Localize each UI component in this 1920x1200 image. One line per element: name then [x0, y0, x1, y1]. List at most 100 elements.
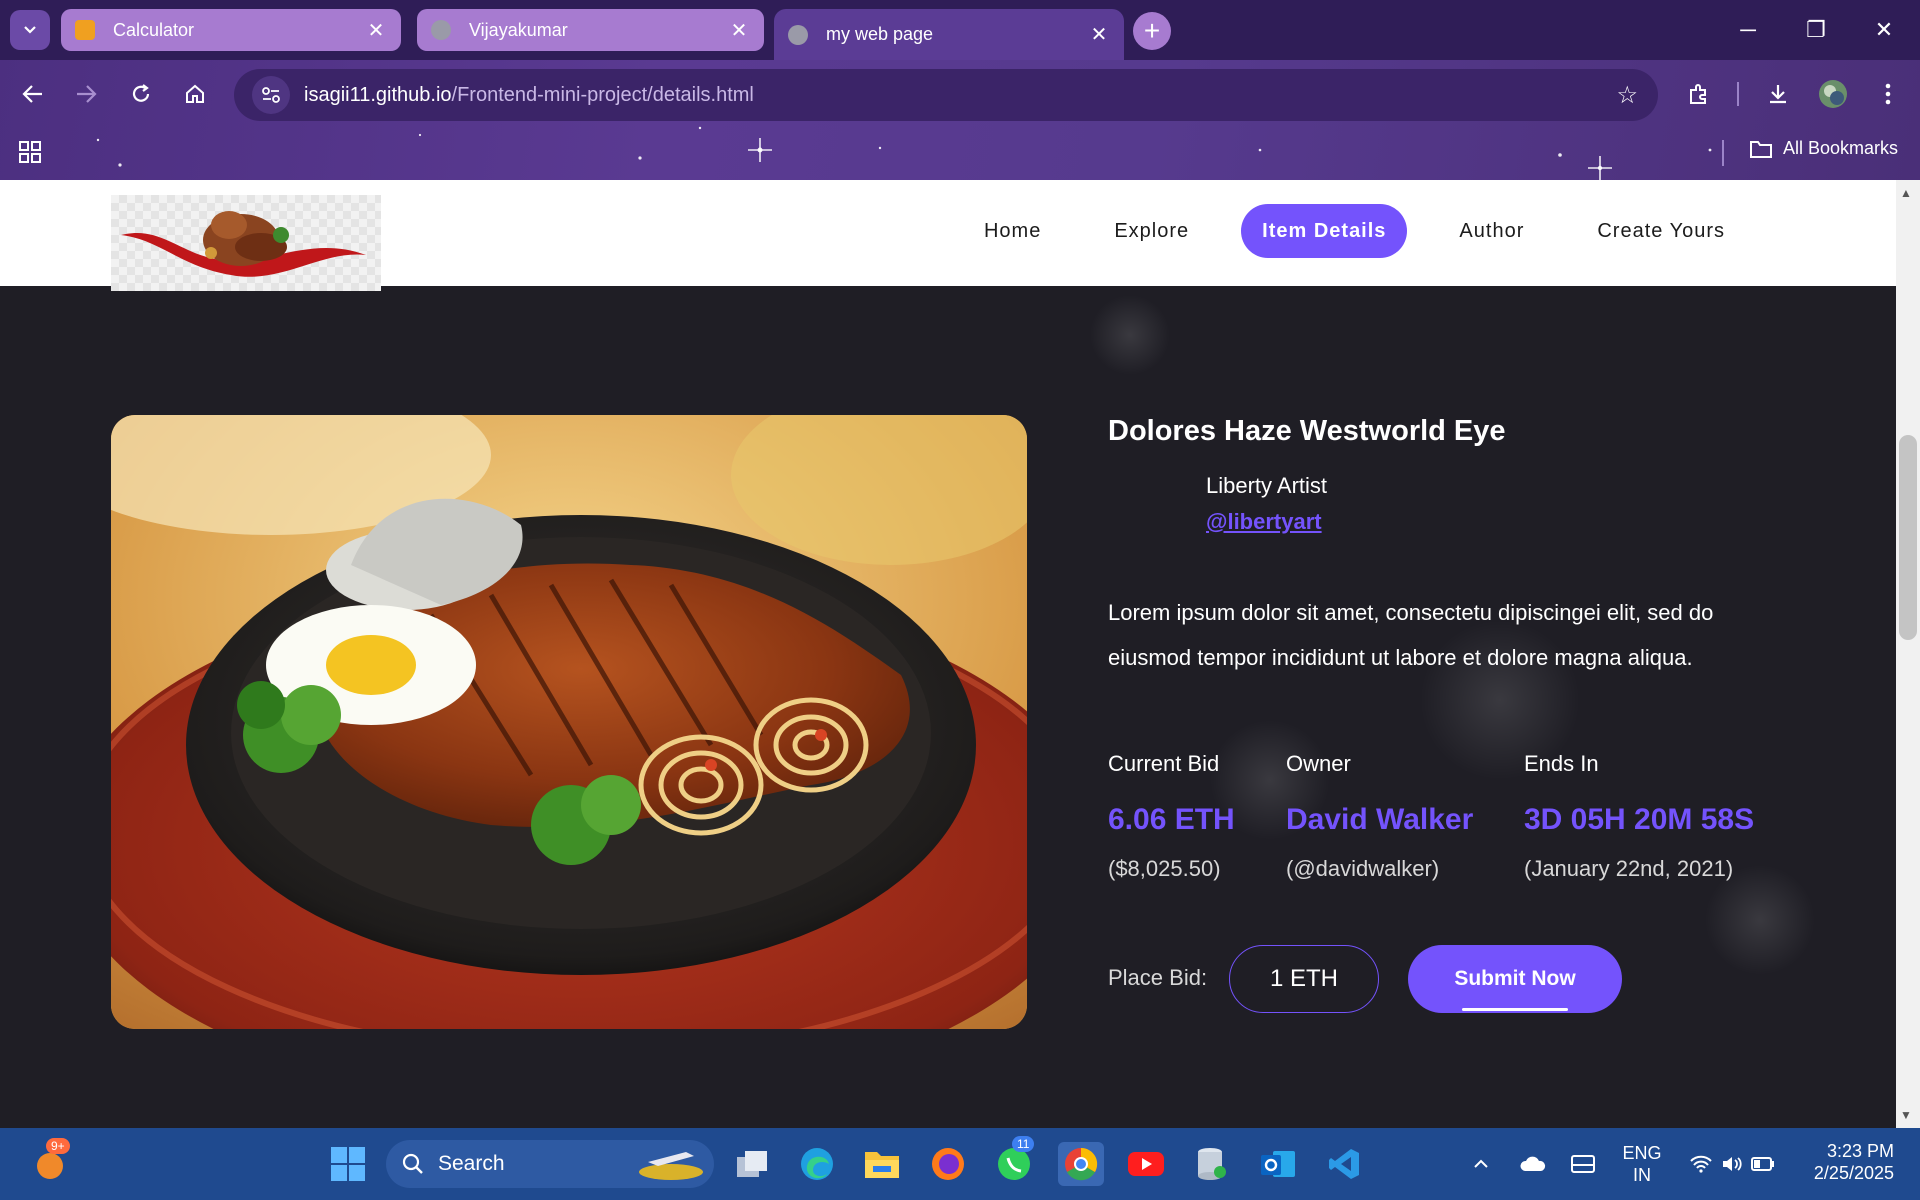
address-bar[interactable]: isagii11.github.io/Frontend-mini-project…: [234, 69, 1658, 121]
url-text: isagii11.github.io/Frontend-mini-project…: [304, 84, 754, 107]
countdown-value: 3D 05H 20M 58S: [1524, 803, 1755, 836]
task-view-button[interactable]: [730, 1142, 774, 1186]
profile-avatar[interactable]: [1815, 76, 1851, 112]
taskbar-file-explorer[interactable]: [860, 1142, 904, 1186]
grid-icon: [19, 141, 41, 163]
reload-button[interactable]: [123, 76, 159, 112]
tab-search-button[interactable]: [10, 10, 50, 50]
firefox-icon: [932, 1148, 964, 1180]
cloud-icon: [1520, 1156, 1546, 1171]
nav-explore[interactable]: Explore: [1093, 204, 1210, 258]
volume-icon: [1723, 1157, 1742, 1171]
new-tab-button[interactable]: +: [1133, 12, 1171, 50]
all-bookmarks-label: All Bookmarks: [1782, 138, 1898, 158]
site-logo[interactable]: [111, 195, 381, 291]
site-info-icon[interactable]: [252, 76, 290, 114]
widgets-button[interactable]: 9+: [28, 1138, 72, 1186]
arrow-right-icon: [77, 85, 97, 103]
all-bookmarks-button[interactable]: All Bookmarks: [1749, 138, 1898, 159]
search-highlight-icon: [639, 1152, 703, 1180]
toolbar-divider: [1737, 82, 1739, 106]
close-window-button[interactable]: ✕: [1850, 0, 1918, 60]
taskbar-whatsapp[interactable]: 11: [992, 1136, 1036, 1186]
end-date: (January 22nd, 2021): [1524, 856, 1734, 881]
taskbar-outlook[interactable]: [1256, 1142, 1300, 1186]
owner-handle: (@davidwalker): [1286, 856, 1440, 881]
taskbar-vscode[interactable]: [1322, 1142, 1366, 1186]
taskbar-search[interactable]: Search: [386, 1140, 714, 1188]
windows-logo-icon: [331, 1147, 365, 1181]
nav-item-details[interactable]: Item Details: [1241, 204, 1408, 258]
language-code: ENG: [1622, 1143, 1662, 1163]
taskbar-youtube[interactable]: [1124, 1142, 1168, 1186]
windows-taskbar: 9+ Search 11 ENG IN 3:23 PM 2/25/2025: [0, 1128, 1920, 1200]
item-image: [111, 415, 1027, 1029]
folder-icon: [1749, 140, 1772, 158]
clock-date: 2/25/2025: [1813, 1163, 1894, 1183]
folder-icon: [865, 1152, 899, 1178]
tune-icon: [262, 87, 280, 103]
apps-grid-icon[interactable]: [18, 140, 42, 169]
start-button[interactable]: [326, 1142, 370, 1186]
arrow-left-icon: [22, 85, 42, 103]
nav-author[interactable]: Author: [1438, 204, 1545, 258]
place-bid-label: Place Bid:: [1108, 965, 1208, 990]
minimize-button[interactable]: ─: [1714, 0, 1782, 60]
chevron-up-icon: [1474, 1159, 1488, 1168]
current-bid-usd: ($8,025.50): [1108, 856, 1221, 881]
close-tab-icon[interactable]: ✕: [728, 18, 750, 43]
owner-value[interactable]: David Walker: [1286, 803, 1473, 837]
nav-home[interactable]: Home: [963, 204, 1062, 258]
tablet-mode-tray[interactable]: [1566, 1142, 1600, 1186]
taskbar-chrome[interactable]: [1058, 1142, 1104, 1186]
database-icon: [1198, 1148, 1226, 1180]
home-button[interactable]: [177, 76, 213, 112]
submit-bid-button[interactable]: Submit Now: [1408, 945, 1622, 1013]
current-bid-value: 6.06 ETH: [1108, 803, 1235, 836]
item-title: Dolores Haze Westworld Eye: [1108, 415, 1506, 447]
extensions-button[interactable]: [1681, 76, 1717, 112]
bookmarks-bar: [0, 130, 1920, 180]
scroll-up-arrow-icon[interactable]: ▲: [1900, 186, 1912, 200]
edge-icon: [801, 1148, 833, 1180]
region-code: IN: [1633, 1165, 1651, 1185]
more-vertical-icon: [1885, 83, 1891, 105]
url-path: /Frontend-mini-project/details.html: [451, 83, 754, 106]
tab-my-web-page[interactable]: my web page ✕: [774, 9, 1124, 60]
tab-vijayakumar[interactable]: Vijayakumar ✕: [417, 9, 764, 51]
owner-label: Owner: [1286, 751, 1351, 776]
clock[interactable]: 3:23 PM 2/25/2025: [1800, 1140, 1894, 1184]
taskbar-edge[interactable]: [795, 1142, 839, 1186]
quick-settings[interactable]: [1682, 1142, 1782, 1186]
tab-calculator[interactable]: Calculator ✕: [61, 9, 401, 51]
input-language[interactable]: ENG IN: [1614, 1142, 1670, 1186]
taskbar-firefox[interactable]: [926, 1142, 970, 1186]
task-view-icon: [737, 1151, 767, 1177]
scroll-down-arrow-icon[interactable]: ▼: [1900, 1108, 1912, 1122]
close-tab-icon[interactable]: ✕: [1088, 22, 1110, 47]
restore-button[interactable]: ❐: [1782, 0, 1850, 60]
whatsapp-badge: 11: [1012, 1136, 1035, 1152]
taskbar-db-app[interactable]: [1190, 1142, 1234, 1186]
scroll-thumb[interactable]: [1899, 435, 1917, 640]
tab-label: my web page: [826, 24, 934, 44]
show-hidden-icons[interactable]: [1466, 1142, 1496, 1186]
bid-amount-input[interactable]: [1229, 945, 1379, 1013]
onedrive-tray[interactable]: [1516, 1142, 1550, 1186]
search-placeholder: Search: [438, 1152, 505, 1175]
bookmark-star-icon[interactable]: ☆: [1616, 81, 1638, 110]
close-tab-icon[interactable]: ✕: [365, 18, 387, 43]
reload-icon: [132, 84, 150, 102]
author-handle-link[interactable]: @libertyart: [1206, 509, 1322, 535]
page-scrollbar[interactable]: [1896, 180, 1920, 1128]
globe-icon: [788, 24, 808, 45]
avatar-icon: [1819, 80, 1847, 108]
downloads-button[interactable]: [1760, 76, 1796, 112]
ends-in-label: Ends In: [1524, 751, 1599, 776]
back-button[interactable]: [15, 76, 51, 112]
forward-button[interactable]: [68, 76, 104, 112]
menu-button[interactable]: [1870, 76, 1906, 112]
clock-time: 3:23 PM: [1826, 1141, 1894, 1161]
browser-chrome: Calculator ✕ Vijayakumar ✕ my web page ✕…: [0, 0, 1920, 180]
nav-create-yours[interactable]: Create Yours: [1576, 204, 1746, 258]
